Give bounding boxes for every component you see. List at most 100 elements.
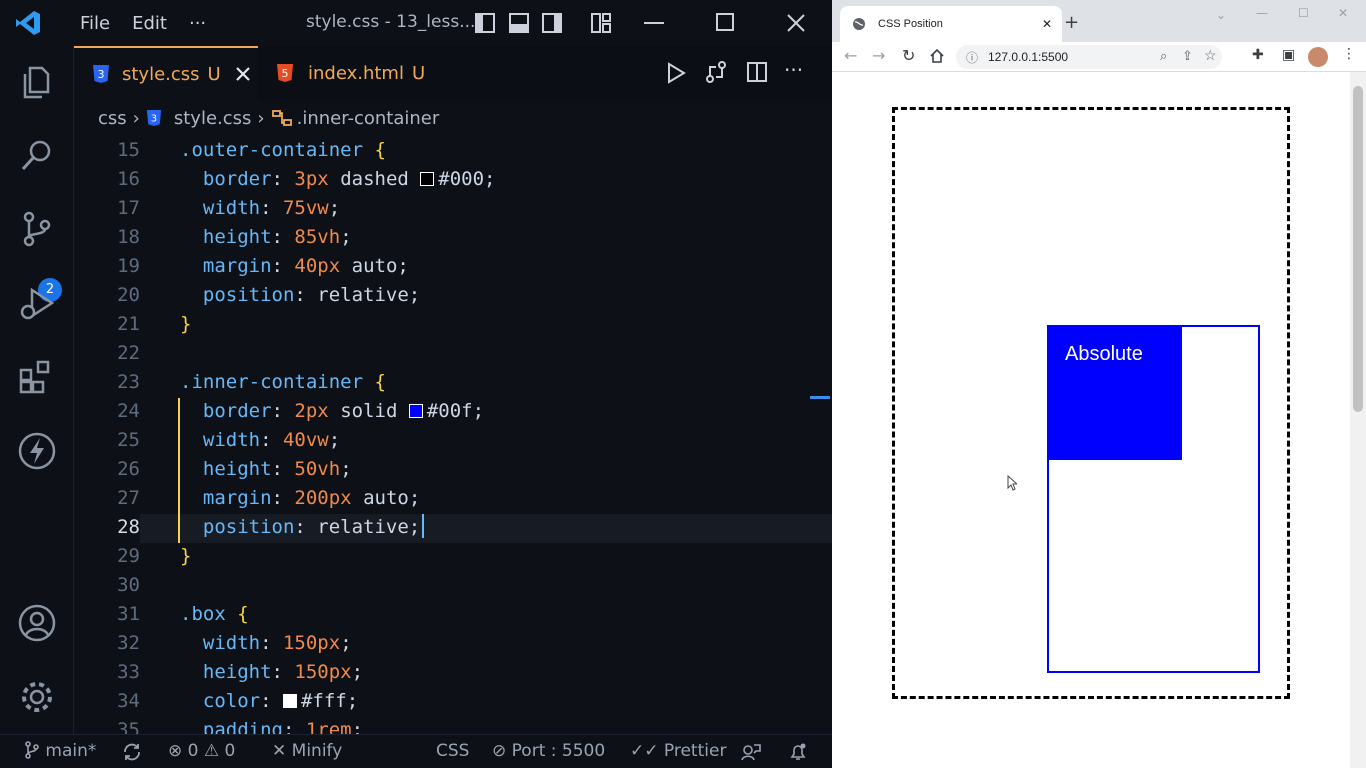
line-number: 27	[117, 487, 140, 509]
tab-style-css[interactable]: 3 style.css U	[74, 46, 258, 100]
bookmark-star-icon[interactable]: ☆	[1204, 47, 1217, 64]
split-editor-icon[interactable]	[746, 61, 768, 83]
menu-edit[interactable]: Edit	[132, 13, 167, 34]
code-line: }	[180, 313, 192, 335]
side-panel-icon[interactable]: ▣	[1282, 47, 1295, 63]
tab-status: U	[207, 63, 221, 85]
close-x-icon: ✕	[272, 741, 287, 761]
line-number: 23	[117, 371, 140, 393]
breadcrumb-file[interactable]: style.css	[174, 108, 252, 129]
minimize-icon[interactable]	[644, 22, 666, 26]
forward-arrow-icon[interactable]: →	[872, 46, 885, 65]
tab-index-html[interactable]: 5 index.html U	[258, 46, 464, 100]
toggle-secondary-sidebar-icon[interactable]	[541, 12, 563, 34]
selector-symbol-icon	[271, 110, 292, 126]
scrollbar-thumb[interactable]	[1353, 86, 1363, 412]
run-icon[interactable]	[666, 62, 686, 84]
explorer-icon[interactable]	[16, 60, 58, 102]
extensions-icon[interactable]	[16, 356, 58, 398]
maximize-icon[interactable]	[715, 12, 735, 32]
page-scrollbar[interactable]	[1350, 72, 1366, 768]
absolute-box: Absolute	[1049, 327, 1182, 460]
code-line: .box {	[180, 603, 249, 625]
line-number: 24	[117, 400, 140, 422]
zoom-icon[interactable]: ⌕	[1160, 48, 1167, 64]
browser-minimize-icon[interactable]: —	[1256, 6, 1268, 20]
live-server-item[interactable]: ⊘ Port : 5500	[492, 741, 605, 761]
window-title: style.css - 13_less...	[306, 12, 476, 32]
close-icon[interactable]	[785, 12, 807, 34]
source-control-icon[interactable]	[16, 208, 58, 250]
run-debug-icon[interactable]	[16, 282, 58, 324]
browser-tab[interactable]: CSS Position ✕	[840, 6, 1062, 42]
new-tab-icon[interactable]: +	[1064, 12, 1079, 33]
sync-icon[interactable]	[122, 742, 142, 762]
tab-close-icon[interactable]	[235, 66, 251, 82]
page-viewport: Absolute	[832, 72, 1350, 768]
line-number: 35	[117, 719, 140, 734]
search-icon[interactable]	[16, 134, 58, 176]
warning-icon: ⚠	[203, 741, 220, 761]
line-number: 17	[117, 197, 140, 219]
toggle-panel-icon[interactable]	[508, 12, 530, 34]
customize-layout-icon[interactable]	[590, 12, 612, 34]
activity-bar: 2	[0, 46, 74, 734]
browser-tab-strip: CSS Position ✕ + ⌄ — ☐ ✕	[832, 0, 1366, 42]
settings-gear-icon[interactable]	[16, 676, 58, 718]
tab-close-icon[interactable]: ✕	[1042, 17, 1052, 31]
branch-name: main*	[45, 741, 97, 761]
problems-item[interactable]: ⊗ 0 ⚠ 0	[168, 741, 235, 761]
language-mode[interactable]: CSS	[436, 741, 469, 761]
css3-icon: 3	[146, 110, 161, 126]
git-branch-icon	[25, 741, 39, 759]
title-bar: File Edit ··· style.css - 13_less...	[0, 0, 832, 46]
compare-changes-icon[interactable]	[704, 60, 728, 84]
home-icon[interactable]	[930, 49, 944, 63]
browser-maximize-icon[interactable]: ☐	[1298, 6, 1309, 20]
profile-avatar[interactable]	[1308, 47, 1328, 67]
code-line: .outer-container {	[180, 139, 386, 161]
code-line: margin: 200px auto;	[202, 487, 421, 509]
code-line: width: 40vw;	[202, 429, 341, 451]
code-editor[interactable]: 15 16 17 18 19 20 21 22 23 24 25 26 27 28 29 30 31 32 33 34…	[74, 134, 832, 734]
browser-menu-icon[interactable]: ⋮	[1342, 46, 1356, 62]
menu-file[interactable]: File	[80, 13, 110, 34]
extensions-puzzle-icon[interactable]: ✚	[1252, 47, 1264, 63]
branch-item[interactable]: main*	[24, 741, 96, 761]
code-line: position: relative;	[180, 513, 425, 542]
share-icon[interactable]: ⇪	[1182, 48, 1193, 64]
prettier-item[interactable]: ✓✓ Prettier	[630, 741, 726, 761]
line-number: 20	[117, 284, 140, 306]
error-count: 0	[187, 741, 199, 761]
globe-icon	[853, 18, 865, 30]
tab-search-icon[interactable]: ⌄	[1216, 8, 1226, 22]
code-line: .inner-container {	[180, 371, 386, 393]
css3-icon: 3	[93, 65, 109, 83]
account-icon[interactable]	[16, 602, 58, 644]
vscode-window: File Edit ··· style.css - 13_less... 2 3…	[0, 0, 832, 768]
error-icon: ⊗	[168, 741, 183, 761]
browser-close-icon[interactable]: ✕	[1338, 6, 1348, 20]
breadcrumb-symbol[interactable]: .inner-container	[297, 108, 440, 129]
site-info-icon[interactable]: ⓘ	[966, 49, 978, 66]
feedback-icon[interactable]	[740, 742, 762, 762]
browser-tab-title: CSS Position	[878, 18, 943, 30]
bracket-guide	[178, 398, 180, 543]
more-actions-icon[interactable]: ···	[784, 58, 803, 82]
reload-icon[interactable]: ↻	[902, 46, 915, 65]
thunder-icon[interactable]	[16, 430, 58, 472]
port-label: Port : 5500	[511, 741, 606, 761]
status-bar: main* ⊗ 0 ⚠ 0 ✕ Minify CSS ⊘ Port : 5500…	[0, 734, 832, 768]
notifications-bell-icon[interactable]	[788, 742, 808, 762]
inner-container: Absolute	[1047, 325, 1260, 673]
breadcrumb-folder[interactable]: css	[98, 108, 127, 129]
code-line: height: 85vh;	[202, 226, 352, 248]
line-number: 22	[117, 342, 140, 364]
line-number: 30	[117, 574, 140, 596]
back-arrow-icon[interactable]: ←	[844, 46, 857, 65]
menu-more[interactable]: ···	[189, 13, 206, 34]
minimap-slider[interactable]	[810, 396, 830, 399]
toggle-sidebar-icon[interactable]	[474, 12, 496, 34]
omnibox[interactable]: ⓘ 127.0.0.1:5500 ⌕ ⇪ ☆	[956, 45, 1222, 69]
minify-item[interactable]: ✕ Minify	[272, 741, 342, 761]
